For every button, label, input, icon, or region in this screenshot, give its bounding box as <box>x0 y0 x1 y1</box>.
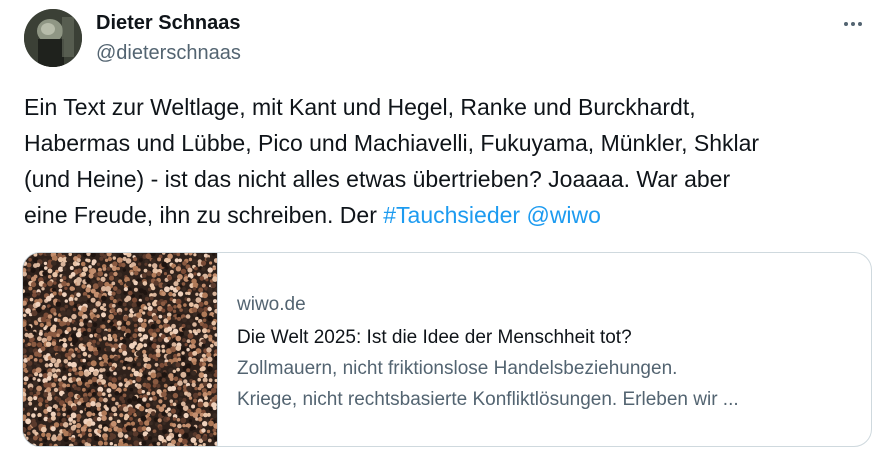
crowd-photo <box>23 253 217 446</box>
more-options-button[interactable] <box>837 8 869 40</box>
author-avatar[interactable] <box>24 9 82 67</box>
more-horizontal-icon <box>844 22 848 26</box>
card-title: Die Welt 2025: Ist die Idee der Menschhe… <box>237 327 632 348</box>
mention-link[interactable]: @wiwo <box>526 202 600 228</box>
card-image <box>23 253 218 446</box>
author-name[interactable]: Dieter Schnaas <box>96 12 241 35</box>
card-description-line: Zollmauern, nicht friktionslose Handelsb… <box>237 358 678 379</box>
tweet-text-line: Habermas und Lübbe, Pico und Machiavelli… <box>24 130 760 156</box>
more-horizontal-icon-dot <box>858 22 862 26</box>
more-horizontal-icon-dot <box>851 22 855 26</box>
tweet-text-line: eine Freude, ihn zu schreiben. Der #Tauc… <box>24 197 864 233</box>
tweet-text-line: Ein Text zur Weltlage, mit Kant und Hege… <box>24 94 696 120</box>
tweet-text: Ein Text zur Weltlage, mit Kant und Hege… <box>24 89 864 233</box>
avatar-image <box>24 9 82 67</box>
card-domain: wiwo.de <box>237 294 306 315</box>
card-description-line: Kriege, nicht rechtsbasierte Konfliktlös… <box>237 389 739 410</box>
hashtag-link[interactable]: #Tauchsieder <box>383 202 520 228</box>
author-handle[interactable]: @dieterschnaas <box>96 42 241 65</box>
tweet-text-line: (und Heine) - ist das nicht alles etwas … <box>24 166 731 192</box>
tweet: Dieter Schnaas @dieterschnaas Ein Text z… <box>0 0 883 465</box>
card-text: wiwo.de Die Welt 2025: Ist die Idee der … <box>218 253 871 446</box>
link-preview-card[interactable]: wiwo.de Die Welt 2025: Ist die Idee der … <box>22 252 872 447</box>
tweet-text-fragment: eine Freude, ihn zu schreiben. Der <box>24 202 384 228</box>
